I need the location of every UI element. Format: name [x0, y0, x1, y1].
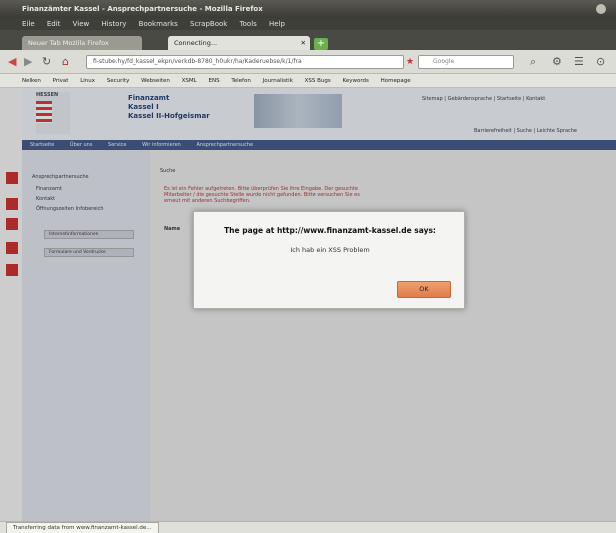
menu-scrapbook[interactable]: ScrapBook	[190, 20, 227, 28]
tab-connecting[interactable]: Connecting... ✕	[168, 36, 310, 50]
tab-bar: Neuer Tab Mozilla Firefox Connecting... ✕	[0, 30, 616, 50]
bookmark-item[interactable]: Journalistik	[263, 78, 293, 84]
menu-view[interactable]: View	[73, 20, 90, 28]
bookmarks-toolbar: Nelken Privat Linux Security Webseiten X…	[0, 74, 616, 88]
menu-icon[interactable]: ☰	[574, 55, 584, 69]
bookmark-item[interactable]: XSML	[182, 78, 197, 84]
bookmark-item[interactable]: Security	[107, 78, 130, 84]
back-icon[interactable]: ◀	[8, 55, 16, 69]
window-title: Finanzämter Kassel - Ansprechpartnersuch…	[22, 5, 263, 13]
new-tab-button[interactable]: +	[314, 38, 328, 50]
menu-bookmarks[interactable]: Bookmarks	[139, 20, 178, 28]
bookmark-item[interactable]: Webseiten	[141, 78, 170, 84]
menu-tools[interactable]: Tools	[240, 20, 257, 28]
ok-button[interactable]: OK	[397, 281, 451, 298]
window-close-button[interactable]	[596, 4, 606, 14]
bookmark-item[interactable]: ENS	[208, 78, 219, 84]
dialog-message: Ich hab ein XSS Problem	[290, 246, 370, 254]
bookmark-item[interactable]: Keywords	[343, 78, 369, 84]
window-titlebar: Finanzämter Kassel - Ansprechpartnersuch…	[0, 0, 616, 18]
reload-icon[interactable]: ↻	[42, 55, 51, 69]
alert-dialog: The page at http://www.finanzamt-kassel.…	[193, 211, 465, 309]
status-text: Transferring data from www.finanzamt-kas…	[6, 522, 159, 533]
close-tab-icon[interactable]: ✕	[301, 36, 306, 50]
tab-firefox[interactable]: Neuer Tab Mozilla Firefox	[22, 36, 142, 50]
search-input[interactable]: Google	[418, 55, 514, 69]
home-icon[interactable]: ⌂	[62, 55, 69, 69]
dialog-title: The page at http://www.finanzamt-kassel.…	[224, 226, 436, 235]
menu-edit[interactable]: Edit	[47, 20, 61, 28]
tab-label: Connecting...	[174, 39, 218, 47]
bookmark-star-icon[interactable]: ★	[406, 55, 414, 69]
menubar: Eile Edit View History Bookmarks ScrapBo…	[0, 18, 616, 30]
url-text: fi-stube.hy/fd_kassel_ekpn/verkdb-8780_h…	[93, 58, 302, 65]
search-placeholder: Google	[433, 58, 455, 65]
bookmark-item[interactable]: Linux	[80, 78, 95, 84]
status-bar: Transferring data from www.finanzamt-kas…	[0, 521, 616, 533]
search-icon[interactable]: ⌕	[530, 55, 536, 69]
bookmark-item[interactable]: Privat	[53, 78, 69, 84]
bookmark-item[interactable]: Telefon	[231, 78, 251, 84]
bookmark-item[interactable]: Homepage	[381, 78, 411, 84]
forward-icon[interactable]: ▶	[24, 55, 32, 69]
tab-label: Neuer Tab Mozilla Firefox	[28, 39, 109, 47]
url-bar[interactable]: fi-stube.hy/fd_kassel_ekpn/verkdb-8780_h…	[86, 55, 404, 69]
addon-icon[interactable]: ⚙	[552, 55, 562, 69]
navigation-toolbar: ◀ ▶ ↻ ⌂ fi-stube.hy/fd_kassel_ekpn/verkd…	[0, 50, 616, 74]
menu-file[interactable]: Eile	[22, 20, 35, 28]
menu-history[interactable]: History	[102, 20, 127, 28]
status-icon[interactable]: ⊙	[596, 55, 605, 69]
bookmark-item[interactable]: Nelken	[22, 78, 41, 84]
menu-help[interactable]: Help	[269, 20, 285, 28]
bookmark-item[interactable]: XSS Bugs	[305, 78, 331, 84]
